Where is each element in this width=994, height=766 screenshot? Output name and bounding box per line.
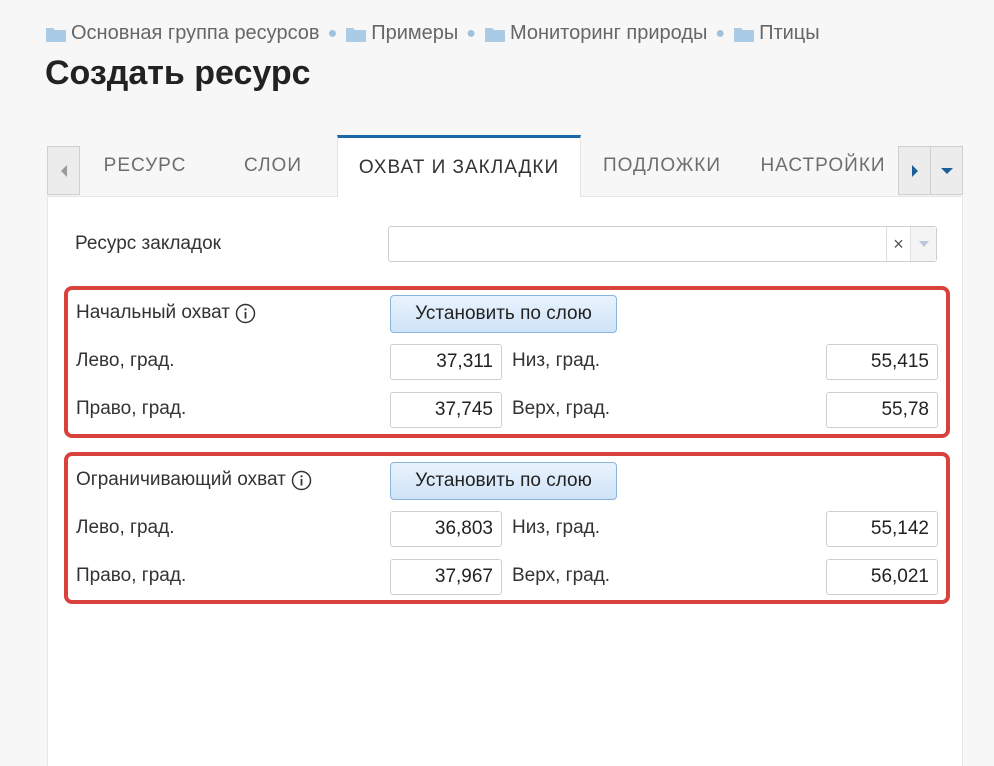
chevron-down-icon [940,167,953,174]
initial-left-label: Лево, град. [76,350,175,371]
constraining-extent-group: Ограничивающий охват Установить по слою … [64,452,950,604]
breadcrumb-label[interactable]: Примеры [371,22,458,45]
folder-icon [346,27,367,42]
initial-top-input[interactable]: 55,78 [826,392,938,428]
tab-panel: Ресурс закладок × Начальный охват Устано… [47,197,963,766]
initial-left-input[interactable]: 37,311 [390,344,502,380]
initial-bottom-input[interactable]: 55,415 [826,344,938,380]
clear-icon[interactable]: × [886,227,910,261]
constraining-left-label: Лево, град. [76,517,175,538]
constraining-top-label: Верх, град. [512,565,611,586]
breadcrumb-separator: ● [327,24,338,42]
tab-menu-button[interactable] [931,146,963,195]
bookmark-resource-label: Ресурс закладок [75,233,221,254]
initial-right-label: Право, град. [76,398,187,419]
info-icon[interactable] [291,470,312,491]
initial-extent-title: Начальный охват [76,302,230,323]
initial-bottom-label: Низ, град. [512,350,601,371]
tab-scroll-left-button[interactable] [47,146,80,195]
constraining-bottom-label: Низ, град. [512,517,601,538]
constraining-left-input[interactable]: 36,803 [390,511,502,547]
tab-extent-bookmarks[interactable]: ОХВАТ И ЗАКЛАДКИ [337,135,581,198]
bookmark-resource-select[interactable]: × [388,226,937,262]
dropdown-arrow-icon[interactable] [910,227,936,261]
breadcrumb-item[interactable]: Основная группа ресурсов [45,22,320,45]
constraining-bottom-input[interactable]: 55,142 [826,511,938,547]
breadcrumb-item[interactable]: Птицы [733,22,820,45]
constraining-extent-title: Ограничивающий охват [76,469,286,490]
breadcrumb-label[interactable]: Птицы [759,22,820,45]
info-icon[interactable] [235,303,256,324]
breadcrumb-label[interactable]: Основная группа ресурсов [71,22,320,45]
tab-settings[interactable]: НАСТРОЙКИ [743,135,903,197]
breadcrumb-separator: ● [715,24,726,42]
breadcrumb: Основная группа ресурсов ● Примеры ● Мон… [45,22,820,45]
constraining-right-input[interactable]: 37,967 [390,559,502,595]
tab-layers[interactable]: СЛОИ [209,135,337,197]
initial-set-from-layer-button[interactable]: Установить по слою [390,295,617,333]
constraining-set-from-layer-button[interactable]: Установить по слою [390,462,617,500]
constraining-extent-label: Ограничивающий охват [76,469,312,491]
breadcrumb-item[interactable]: Мониторинг природы [484,22,707,45]
initial-right-input[interactable]: 37,745 [390,392,502,428]
chevron-left-icon [60,164,67,177]
page-title: Создать ресурс [45,54,311,92]
breadcrumb-label[interactable]: Мониторинг природы [510,22,707,45]
initial-extent-label: Начальный охват [76,302,256,324]
constraining-top-input[interactable]: 56,021 [826,559,938,595]
breadcrumb-item[interactable]: Примеры [345,22,458,45]
tab-resource[interactable]: РЕСУРС [81,135,209,197]
tab-bar: РЕСУРС СЛОИ ОХВАТ И ЗАКЛАДКИ ПОДЛОЖКИ НА… [47,135,963,198]
folder-icon [484,27,505,42]
chevron-right-icon [911,164,918,177]
initial-extent-group: Начальный охват Установить по слою Лево,… [64,286,950,438]
tab-scroll-right-button[interactable] [898,146,931,195]
constraining-right-label: Право, град. [76,565,187,586]
breadcrumb-separator: ● [466,24,476,42]
initial-top-label: Верх, град. [512,398,611,419]
tab-basemaps[interactable]: ПОДЛОЖКИ [581,135,743,197]
folder-icon [46,27,66,42]
folder-icon [734,27,755,42]
